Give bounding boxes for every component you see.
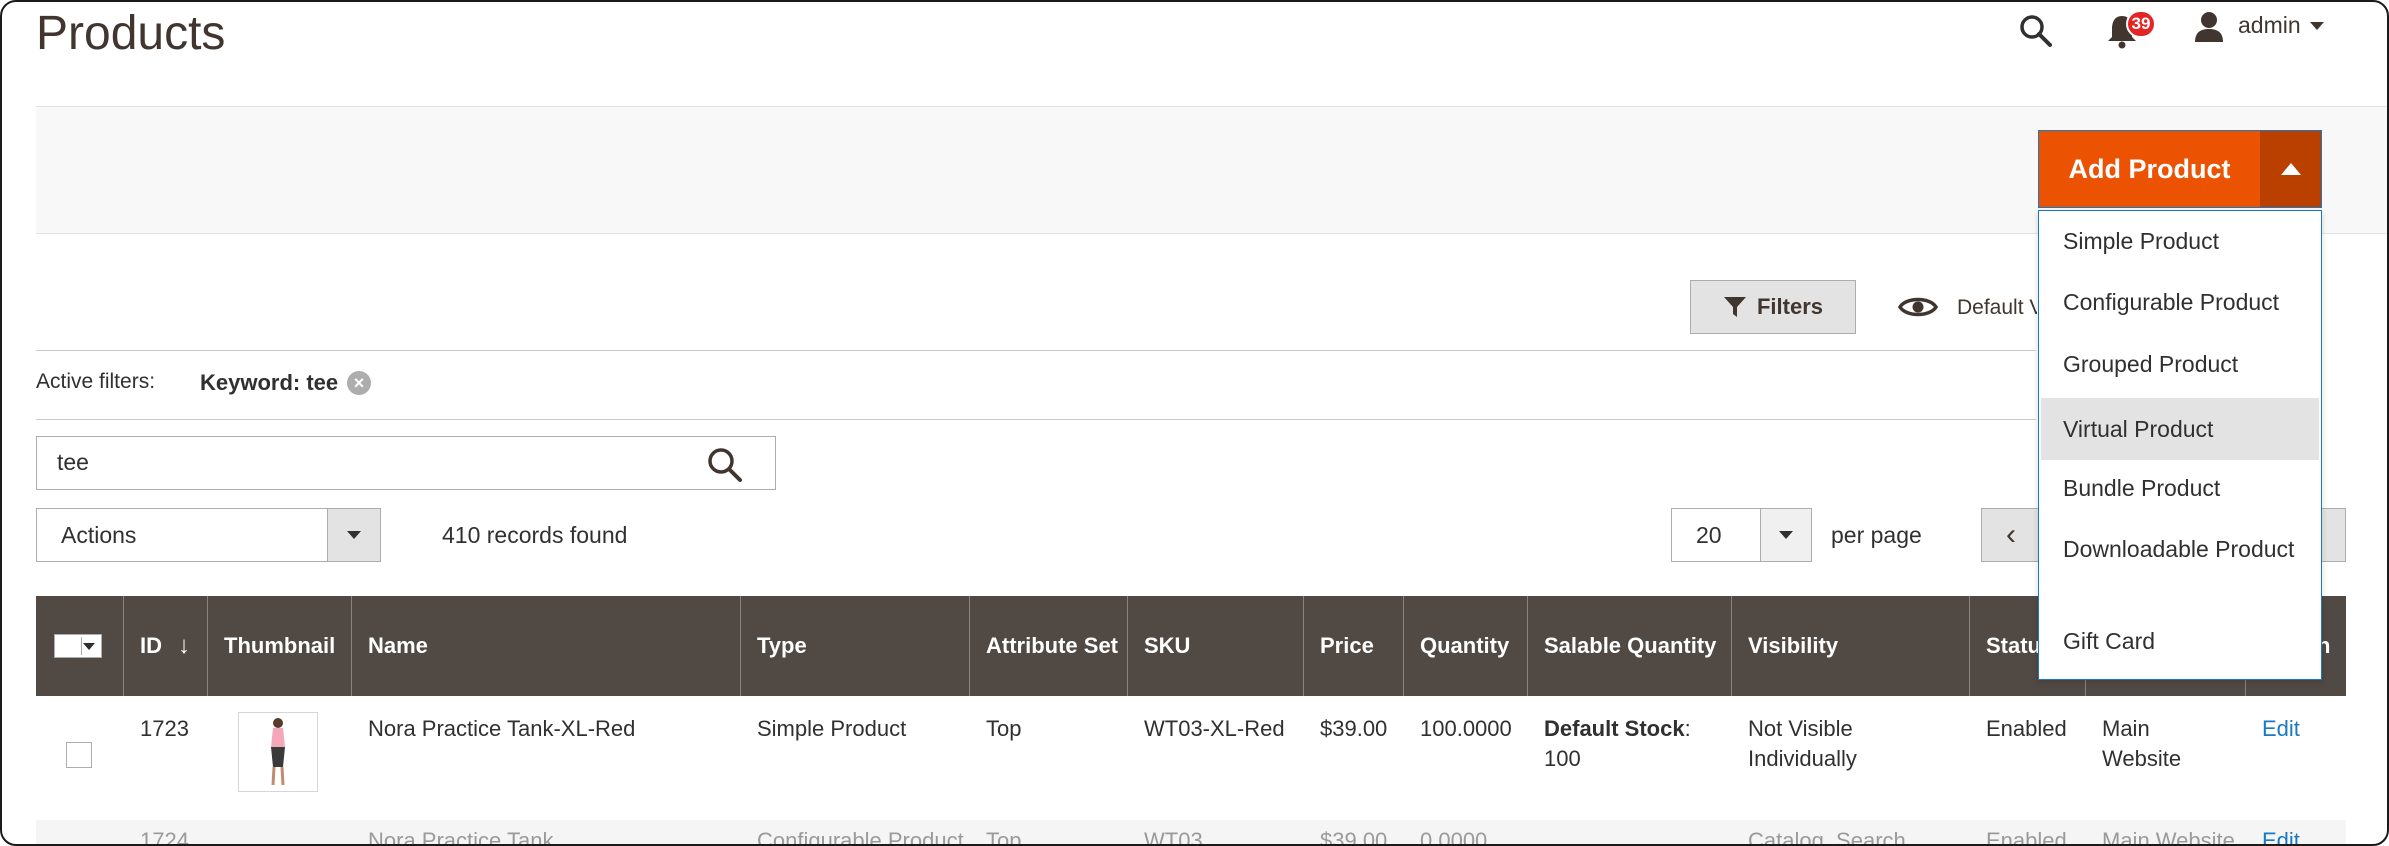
menu-item-simple-product[interactable]: Simple Product [2041, 226, 2319, 257]
cell-websites: Main Website [2102, 716, 2182, 771]
cell-attribute-set: Top [986, 716, 1022, 741]
search-icon[interactable] [705, 445, 743, 483]
menu-item-gift-card[interactable]: Gift Card [2041, 626, 2319, 657]
menu-item-configurable-product[interactable]: Configurable Product [2041, 287, 2319, 318]
actions-label: Actions [61, 522, 137, 548]
column-price[interactable]: Price [1304, 596, 1404, 696]
chevron-down-icon[interactable] [2310, 22, 2324, 30]
active-filter-keyword: Keyword: tee [200, 370, 339, 395]
cell-quantity: 0.0000 [1420, 828, 1488, 846]
edit-link[interactable]: Edit [2262, 828, 2300, 844]
column-sku[interactable]: SKU [1128, 596, 1304, 696]
sort-down-icon: ↓ [178, 632, 190, 659]
column-quantity[interactable]: Quantity [1404, 596, 1528, 696]
eye-icon[interactable] [1898, 294, 1938, 320]
product-thumbnail[interactable] [238, 712, 318, 792]
column-name[interactable]: Name [352, 596, 741, 696]
per-page-toggle[interactable] [1760, 509, 1811, 561]
column-id-label: ID [140, 633, 162, 658]
actions-toggle[interactable] [327, 509, 380, 561]
product-thumbnail-image [271, 718, 285, 786]
user-icon[interactable] [2192, 10, 2226, 44]
page-actions-bar [36, 106, 2387, 234]
per-page-label: per page [1831, 522, 1922, 548]
column-visibility[interactable]: Visibility [1732, 596, 1970, 696]
grid-header: ID ↓ Thumbnail Name Type Attribute Set S… [36, 596, 2346, 696]
add-product-menu: Simple Product Configurable Product Grou… [2038, 210, 2322, 680]
filters-button[interactable]: Filters [1690, 280, 1856, 334]
user-menu[interactable]: admin [2238, 12, 2301, 39]
table-row: 1723 Nora Practice Tank-XL-Red Simple Pr… [36, 696, 2346, 821]
cell-quantity: 100.0000 [1420, 716, 1512, 741]
per-page-value: 20 [1696, 522, 1722, 548]
cell-name: Nora Practice Tank-XL-Red [368, 716, 636, 741]
chevron-down-icon [83, 643, 95, 650]
records-count: 410 records found [442, 522, 628, 548]
per-page-select[interactable]: 20 [1671, 508, 1812, 562]
column-type[interactable]: Type [741, 596, 970, 696]
cell-sku: WT03 [1144, 828, 1203, 846]
column-thumbnail: Thumbnail [208, 596, 352, 696]
view-switcher[interactable]: Default View [1957, 296, 2037, 320]
chevron-down-icon [1779, 531, 1793, 539]
search-icon[interactable] [2017, 12, 2053, 48]
mass-actions-select[interactable]: Actions [36, 508, 381, 562]
close-icon[interactable]: × [347, 371, 371, 395]
column-attribute-set[interactable]: Attribute Set [970, 596, 1128, 696]
notification-badge: 39 [2126, 10, 2156, 38]
cell-id: 1723 [140, 716, 189, 741]
divider [36, 419, 2036, 420]
cell-visibility: Catalog, Search [1748, 828, 1906, 846]
table-row: 1724 Nora Practice Tank Configurable Pro… [36, 820, 2346, 846]
menu-item-grouped-product[interactable]: Grouped Product [2041, 349, 2319, 380]
add-product-button[interactable]: Add Product [2038, 130, 2260, 208]
cell-attribute-set: Top [986, 828, 1022, 846]
cell-status: Enabled [1986, 828, 2067, 846]
cell-price: $39.00 [1320, 716, 1388, 741]
cell-sku: WT03-XL-Red [1144, 716, 1285, 741]
cell-salable-quantity: Default Stock: 100 [1544, 714, 1714, 774]
cell-type: Simple Product [757, 716, 907, 741]
cell-id: 1724 [140, 828, 189, 846]
previous-page-button[interactable]: ‹ [1981, 508, 2041, 562]
menu-item-downloadable-product[interactable]: Downloadable Product [2041, 534, 2319, 596]
chevron-up-icon [2280, 163, 2301, 175]
filters-label: Filters [1756, 294, 1824, 319]
cell-type: Configurable Product [757, 828, 964, 846]
cell-price: $39.00 [1320, 828, 1388, 846]
row-select-checkbox[interactable] [66, 742, 92, 768]
cell-status: Enabled [1986, 716, 2067, 741]
edit-link[interactable]: Edit [2262, 714, 2300, 744]
select-all-column [36, 596, 124, 696]
salable-stock-name: Default Stock [1544, 716, 1685, 741]
cell-name: Nora Practice Tank [368, 828, 554, 846]
cell-visibility: Not Visible Individually [1748, 716, 1857, 771]
active-filters-label: Active filters: [36, 370, 156, 393]
column-salable-quantity: Salable Quantity [1528, 596, 1732, 696]
menu-item-virtual-product[interactable]: Virtual Product [2041, 398, 2319, 460]
chevron-down-icon [347, 531, 361, 539]
page-title: Products [36, 7, 226, 60]
mass-select-checkbox[interactable] [54, 634, 102, 658]
add-product-toggle[interactable] [2260, 130, 2322, 208]
menu-item-bundle-product[interactable]: Bundle Product [2041, 473, 2319, 504]
keyword-search-input[interactable]: tee [36, 436, 776, 490]
cell-websites: Main Website [2102, 828, 2235, 846]
admin-window: Products 39 admin Add Product Simple Pro… [0, 0, 2389, 846]
column-id[interactable]: ID ↓ [124, 596, 208, 696]
search-input-value: tee [57, 449, 89, 475]
divider [36, 350, 2036, 351]
funnel-icon [1723, 297, 1746, 317]
